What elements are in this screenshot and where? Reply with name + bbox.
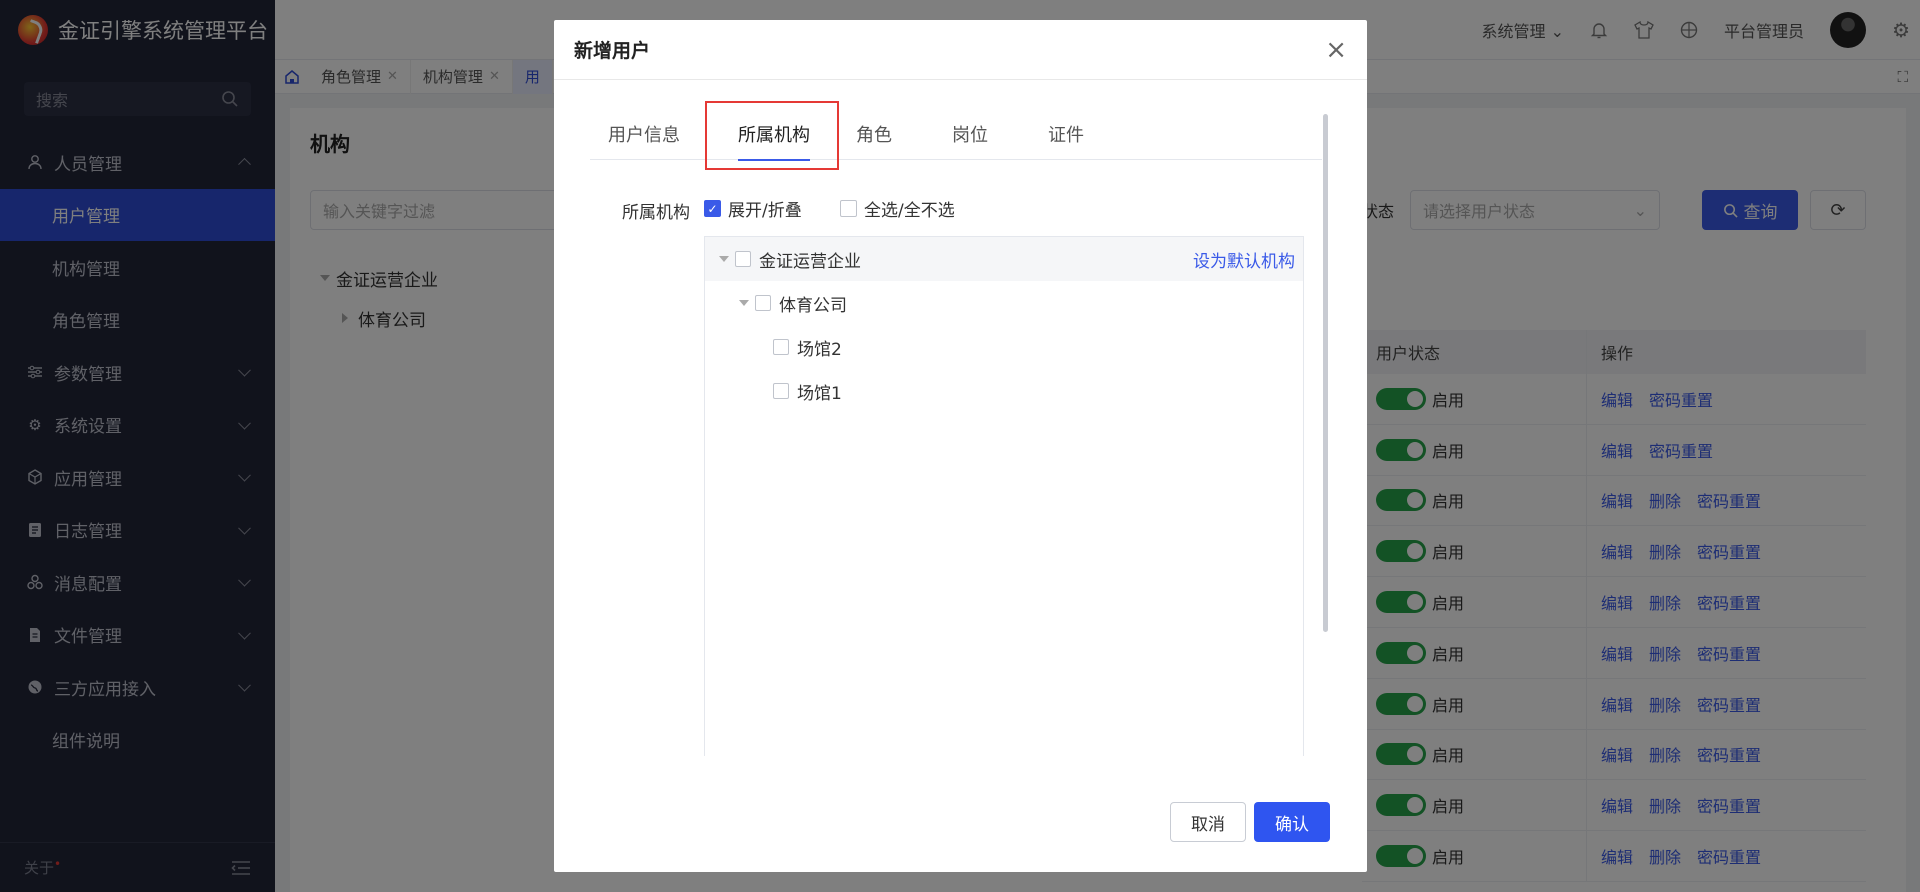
caret-down-icon[interactable]	[739, 300, 749, 306]
tree-node-child[interactable]: 体育公司	[705, 281, 1303, 325]
tree-node-root[interactable]: 金证运营企业 设为默认机构	[705, 237, 1303, 281]
org-tree-box: 金证运营企业 设为默认机构 体育公司 场馆2 场馆1	[704, 236, 1304, 756]
tree-node-checkbox[interactable]	[735, 251, 751, 267]
close-icon[interactable]: ×	[1325, 37, 1347, 63]
tab-role[interactable]: 角色	[856, 108, 892, 160]
dialog-header: 新增用户 ×	[554, 20, 1367, 80]
checkbox-box	[840, 200, 857, 217]
set-default-org-link[interactable]: 设为默认机构	[1193, 247, 1295, 272]
scrollbar[interactable]	[1323, 114, 1328, 632]
add-user-dialog: 新增用户 × 用户信息 所属机构 角色 岗位 证件 所属机构 ✓ 展开/折叠 全…	[554, 20, 1367, 872]
tree-node-leaf[interactable]: 场馆1	[705, 369, 1303, 413]
confirm-button[interactable]: 确认	[1254, 802, 1330, 842]
tab-post[interactable]: 岗位	[952, 108, 988, 160]
expand-collapse-checkbox[interactable]: ✓ 展开/折叠	[704, 196, 802, 221]
caret-down-icon[interactable]	[719, 256, 729, 262]
check-icon: ✓	[704, 200, 721, 217]
tree-node-leaf[interactable]: 场馆2	[705, 325, 1303, 369]
tree-node-checkbox[interactable]	[755, 295, 771, 311]
select-all-checkbox[interactable]: 全选/全不选	[840, 196, 955, 221]
tree-node-checkbox[interactable]	[773, 339, 789, 355]
highlight-box	[705, 101, 839, 170]
cancel-button[interactable]: 取消	[1170, 802, 1246, 842]
dialog-tabs: 用户信息 所属机构 角色 岗位 证件	[590, 108, 1322, 161]
tree-node-checkbox[interactable]	[773, 383, 789, 399]
org-field-label: 所属机构	[622, 203, 690, 223]
tab-certificate[interactable]: 证件	[1048, 108, 1084, 160]
tab-user-info[interactable]: 用户信息	[608, 108, 680, 160]
dialog-title: 新增用户	[574, 40, 651, 62]
